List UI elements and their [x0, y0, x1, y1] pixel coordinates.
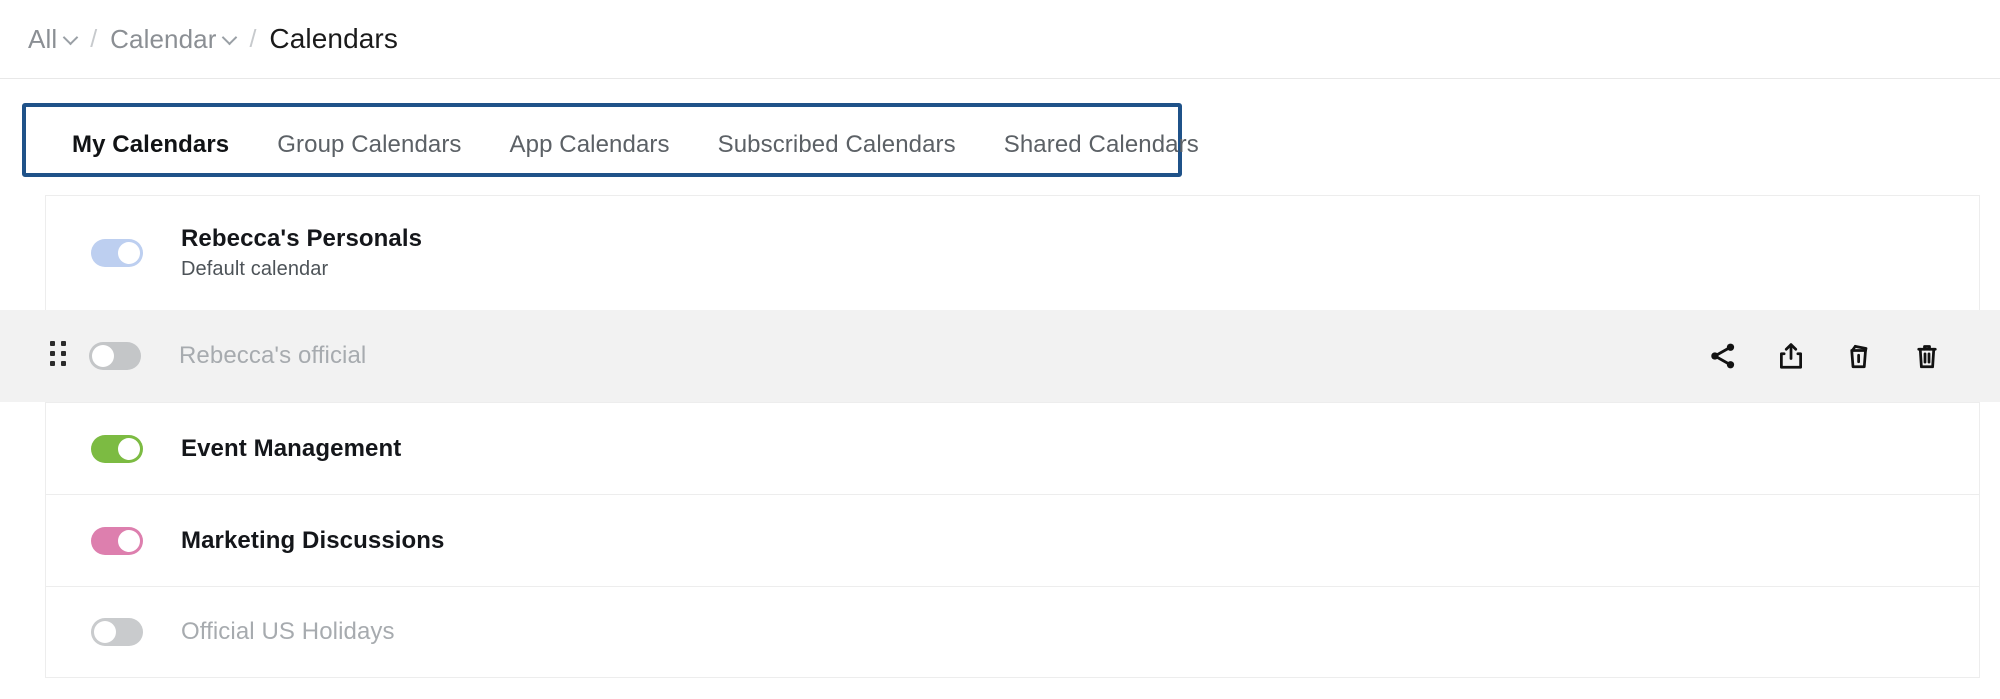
calendar-name: Official US Holidays — [181, 618, 395, 645]
tab-app-calendars[interactable]: App Calendars — [486, 131, 694, 173]
trash-open-lid-icon[interactable] — [1844, 340, 1874, 372]
breadcrumb-separator: / — [90, 24, 98, 53]
calendar-row[interactable]: Official US Holidays — [45, 586, 1980, 678]
calendar-visibility-toggle[interactable] — [91, 434, 143, 463]
header-divider — [0, 78, 2000, 79]
calendar-row[interactable]: Rebecca's Personals Default calendar — [45, 195, 1980, 310]
tab-shared-calendars[interactable]: Shared Calendars — [980, 131, 1223, 173]
breadcrumb-item-label: Calendar — [110, 23, 217, 54]
calendar-name: Event Management — [181, 434, 402, 462]
breadcrumb-item-all[interactable]: All — [28, 24, 77, 55]
tabs-highlight-box: My Calendars Group Calendars App Calendars… — [22, 103, 1199, 177]
calendar-subtitle: Default calendar — [181, 258, 329, 280]
breadcrumb: All / Calendar / Calendars — [0, 0, 2000, 78]
toggle-knob — [92, 345, 114, 367]
breadcrumb-item-calendar[interactable]: Calendar — [110, 24, 236, 55]
calendar-labels: Event Management — [181, 435, 401, 463]
calendar-visibility-toggle[interactable] — [91, 618, 143, 646]
calendar-labels: Rebecca's Personals Default calendar — [181, 225, 422, 281]
toggle-knob — [94, 621, 116, 643]
chevron-down-icon[interactable] — [64, 31, 77, 44]
tab-my-calendars[interactable]: My Calendars — [48, 131, 253, 173]
calendar-row[interactable]: Event Management — [45, 402, 1980, 494]
breadcrumb-item-label: Calendars — [269, 23, 398, 54]
drag-handle-icon[interactable] — [50, 341, 68, 371]
breadcrumb-item-calendars: Calendars — [269, 23, 398, 55]
calendar-row[interactable]: Marketing Discussions — [45, 494, 1980, 586]
chevron-down-icon[interactable] — [223, 31, 236, 44]
export-icon[interactable] — [1776, 340, 1806, 372]
tab-group-calendars[interactable]: Group Calendars — [253, 131, 485, 173]
calendar-visibility-toggle[interactable] — [91, 239, 143, 267]
calendar-labels: Official US Holidays — [181, 618, 395, 646]
tab-subscribed-calendars[interactable]: Subscribed Calendars — [694, 131, 980, 173]
calendar-name: Rebecca's Personals — [181, 225, 423, 252]
toggle-knob — [118, 437, 140, 460]
toggle-knob — [118, 529, 140, 552]
share-icon[interactable] — [1708, 340, 1738, 372]
breadcrumb-separator: / — [249, 24, 257, 53]
trash-icon[interactable] — [1912, 340, 1942, 372]
toggle-knob — [118, 242, 140, 264]
row-actions — [1708, 340, 2000, 372]
breadcrumb-item-label: All — [28, 23, 58, 54]
calendar-visibility-toggle[interactable] — [89, 342, 141, 370]
calendar-name: Marketing Discussions — [181, 526, 445, 554]
calendar-tabs: My Calendars Group Calendars App Calendars… — [26, 107, 1199, 173]
calendar-list: Rebecca's Personals Default calendar Rebec… — [0, 195, 2000, 678]
calendar-labels: Marketing Discussions — [181, 527, 445, 555]
calendar-name: Rebecca's official — [179, 342, 367, 369]
calendar-labels: Rebecca's official — [179, 342, 366, 370]
calendar-visibility-toggle[interactable] — [91, 526, 143, 555]
calendar-row[interactable]: Rebecca's official — [0, 310, 2000, 402]
